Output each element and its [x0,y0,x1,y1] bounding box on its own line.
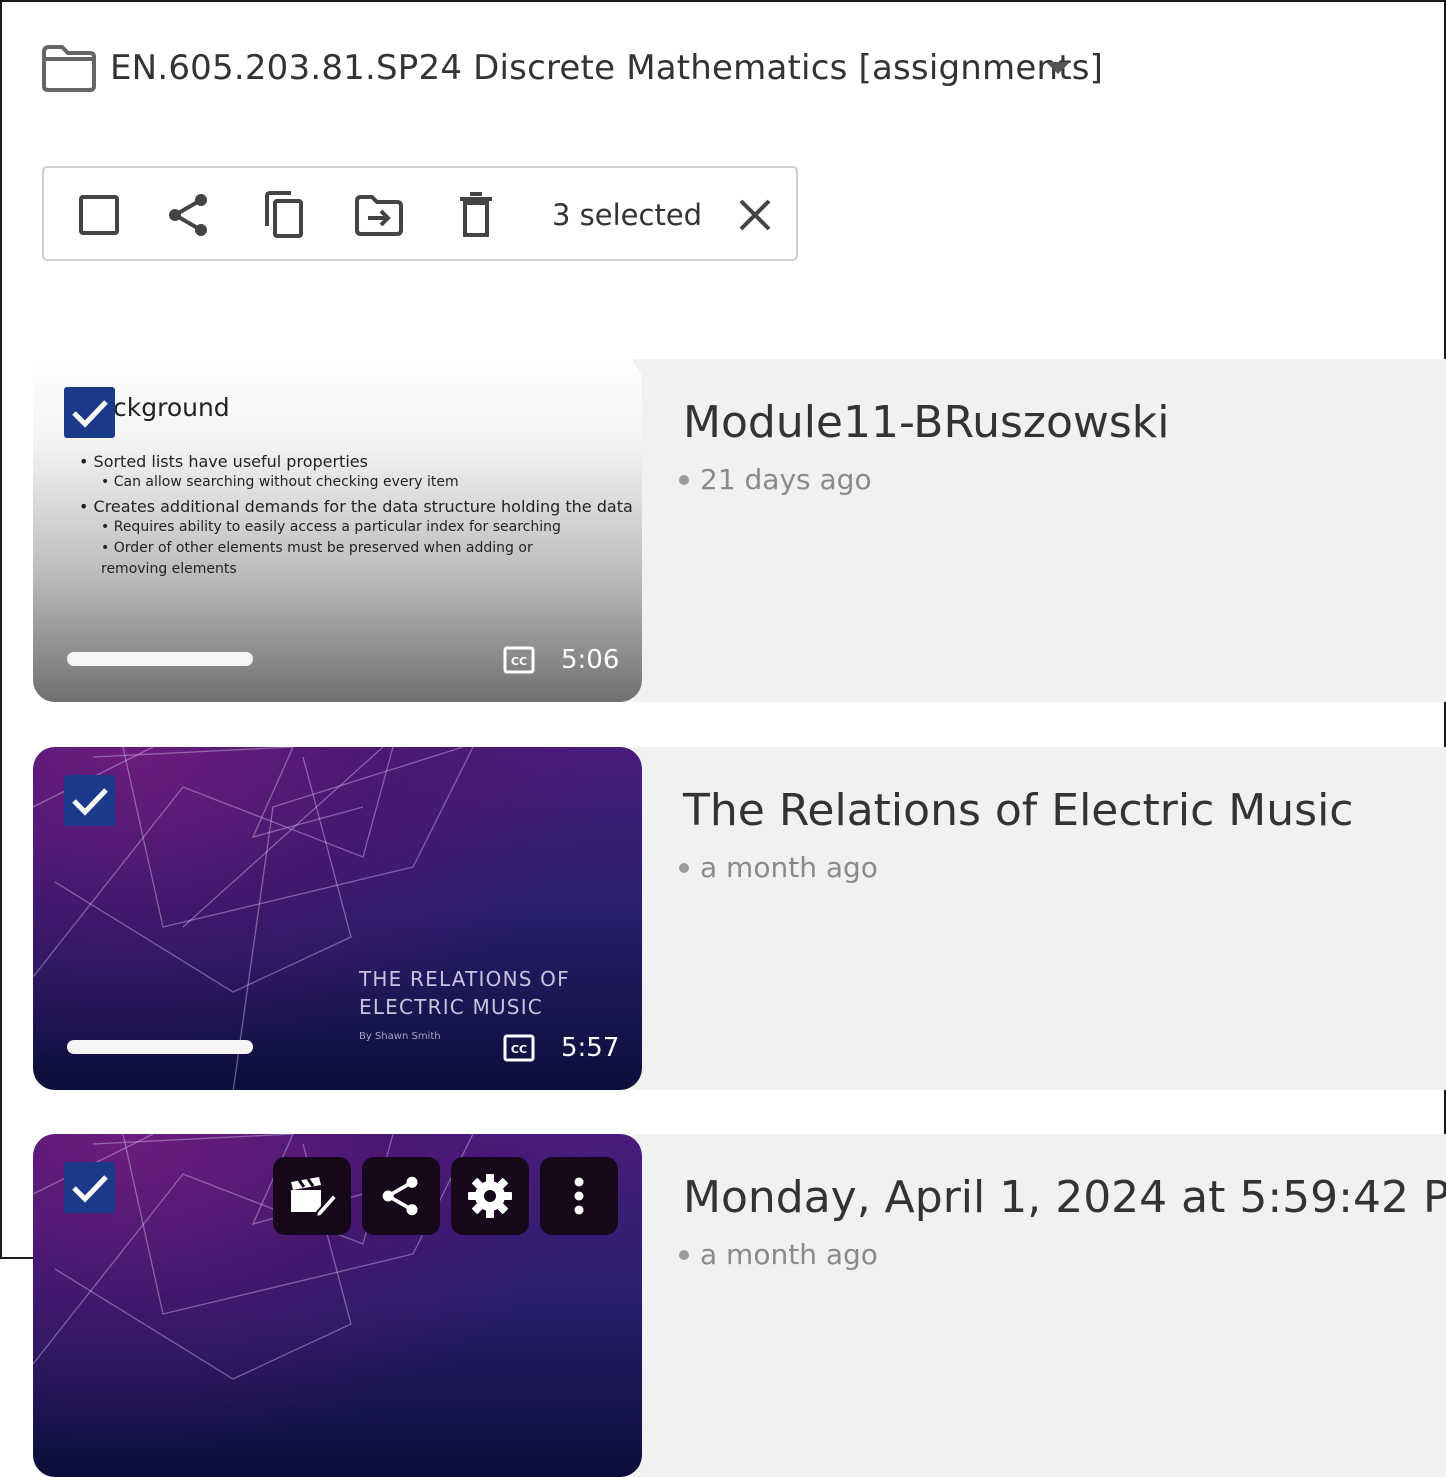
media-age: 21 days ago [679,463,872,496]
edit-video-button[interactable] [273,1157,351,1235]
watch-progress-bar [67,652,253,666]
selection-toolbar: 3 selected [42,166,798,261]
svg-text:CC: CC [511,655,527,668]
slide-bullet: • Can allow searching without checking e… [101,474,459,490]
slide-bullet: • Requires ability to easily access a pa… [101,519,561,535]
media-thumbnail[interactable]: ckground • Sorted lists have useful prop… [33,359,642,702]
folder-header: EN.605.203.81.SP24 Discrete Mathematics … [40,42,1103,94]
media-age: a month ago [679,1238,878,1271]
folder-title: EN.605.203.81.SP24 Discrete Mathematics … [110,48,1104,88]
svg-text:CC: CC [511,1043,527,1056]
slide-bullets: • Sorted lists have useful properties • … [79,451,633,580]
more-options-button[interactable] [540,1157,618,1235]
share-icon [382,1176,418,1216]
media-title[interactable]: Monday, April 1, 2024 at 5:59:42 PM [683,1172,1446,1223]
video-settings-button[interactable] [451,1157,529,1235]
checkmark-icon [71,787,108,816]
item-select-checkbox[interactable] [64,387,115,438]
copy-icon [265,191,303,238]
closed-captions-icon: CC [503,646,535,674]
media-list-item[interactable]: THE RELATIONS OF ELECTRIC MUSIC By Shawn… [33,747,1446,1090]
select-all-checkbox[interactable] [74,190,124,240]
share-icon [169,194,207,236]
copy-button[interactable] [259,190,309,240]
settings-gear-icon [468,1174,512,1218]
video-duration: 5:06 [561,645,620,675]
selected-count: 3 selected [552,198,703,232]
checkmark-icon [71,1174,108,1203]
media-list-item[interactable]: Monday, April 1, 2024 at 5:59:42 PM a mo… [33,1134,1446,1477]
media-title[interactable]: The Relations of Electric Music [683,785,1353,836]
slide-title: THE RELATIONS OF ELECTRIC MUSIC [359,967,570,1019]
status-dot [679,862,689,873]
media-list-item[interactable]: ckground • Sorted lists have useful prop… [33,359,1446,702]
checkmark-icon [71,399,108,428]
closed-captions-icon: CC [503,1034,535,1062]
status-dot [679,1249,689,1260]
media-title[interactable]: Module11-BRuszowski [683,397,1170,448]
move-to-folder-button[interactable] [354,190,404,240]
delete-icon [460,192,492,237]
slide-bullet: • Sorted lists have useful properties [79,452,368,471]
folder-icon [42,45,96,92]
item-select-checkbox[interactable] [64,1162,115,1213]
decorative-lines [33,747,474,1090]
media-age: a month ago [679,851,878,884]
video-duration: 5:57 [561,1033,620,1063]
slide-bullet: • Creates additional demands for the dat… [79,497,633,516]
more-options-icon [574,1177,584,1215]
media-thumbnail[interactable]: THE RELATIONS OF ELECTRIC MUSIC By Shawn… [33,747,642,1090]
slide-heading: ckground [113,393,230,422]
share-button[interactable] [164,190,214,240]
status-dot [679,474,689,485]
slide-bullet: • Order of other elements must be preser… [101,540,533,577]
slide-author: By Shawn Smith [359,1031,441,1042]
share-video-button[interactable] [362,1157,440,1235]
watch-progress-bar [67,1040,253,1054]
folder-dropdown-caret-icon[interactable] [1046,62,1070,74]
checkbox-icon [79,195,119,235]
item-select-checkbox[interactable] [64,775,115,826]
close-icon [739,199,771,231]
move-to-folder-icon [355,195,403,236]
delete-button[interactable] [451,190,501,240]
clear-selection-button[interactable] [730,190,780,240]
edit-video-icon [291,1177,337,1218]
